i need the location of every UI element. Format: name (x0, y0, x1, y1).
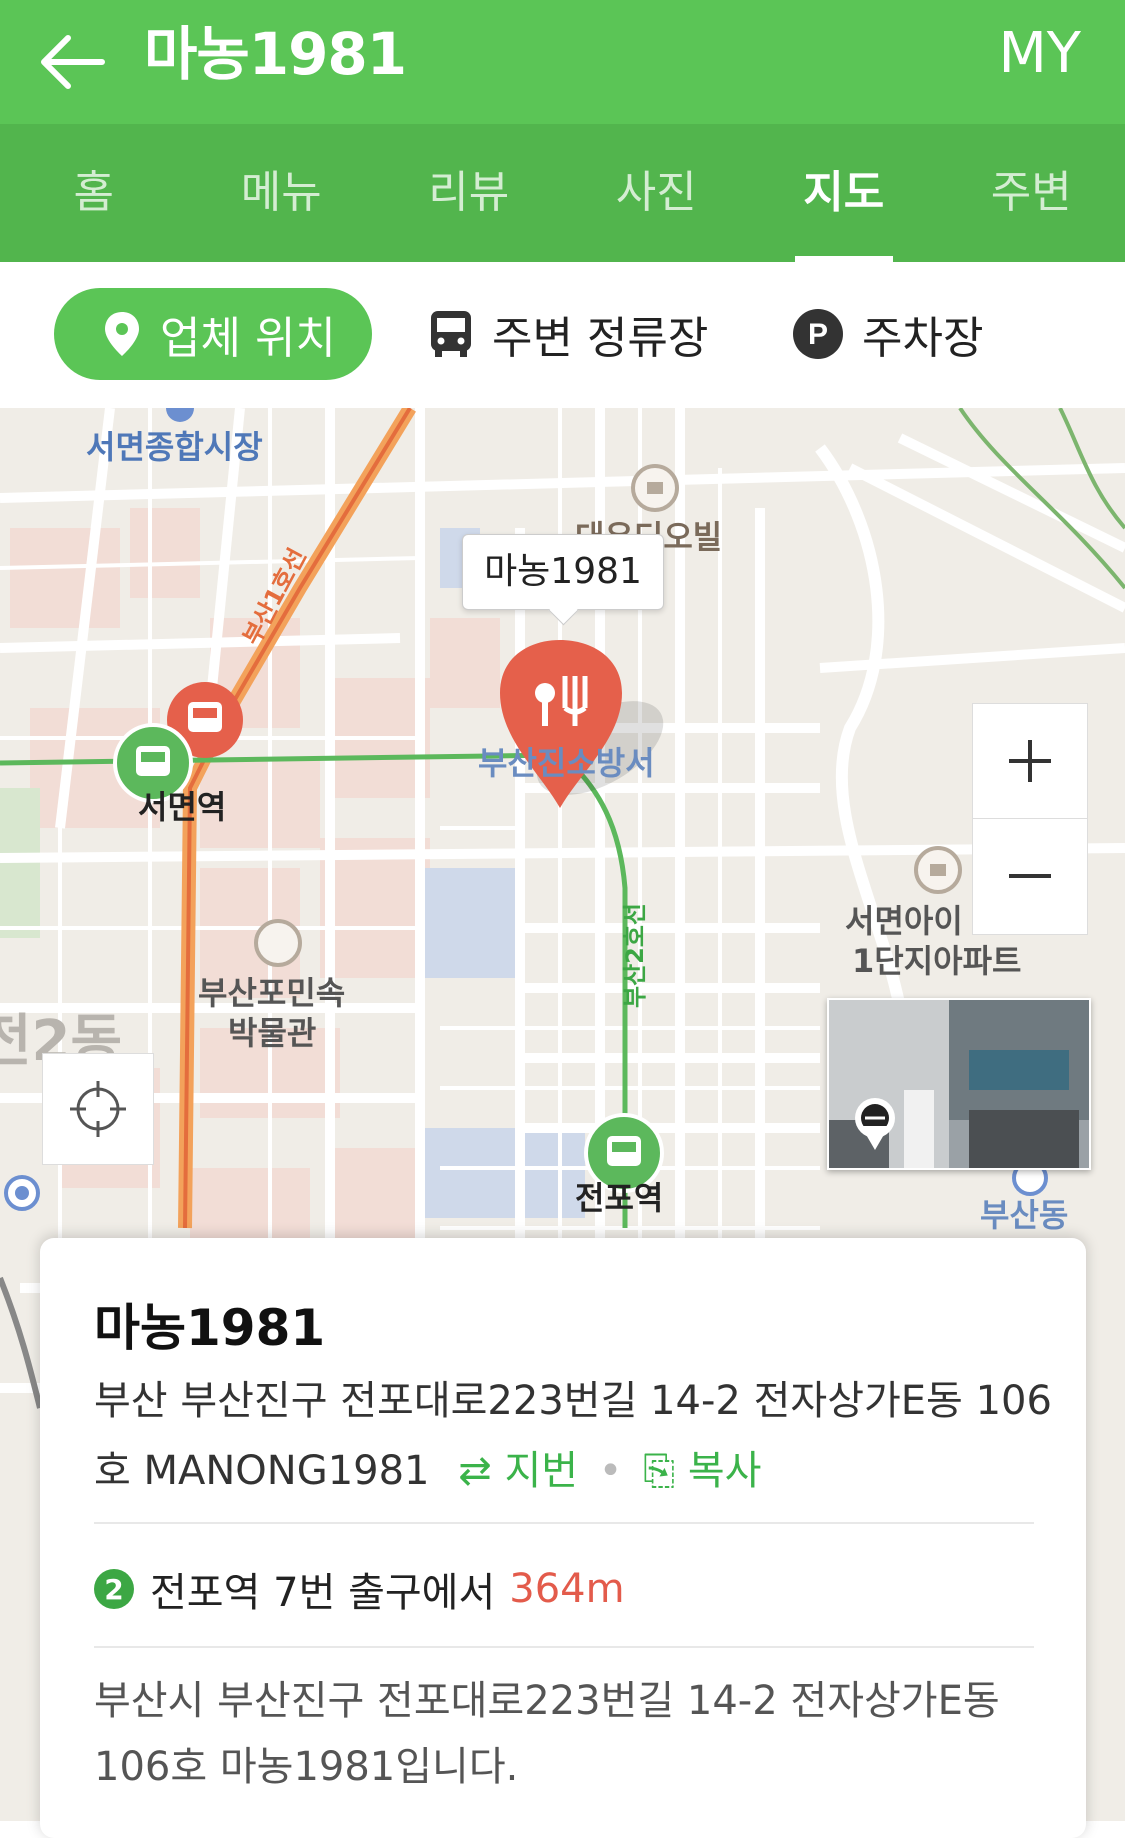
map-label-market: 서면종합시장 (86, 422, 263, 468)
back-arrow-icon (30, 22, 114, 102)
crosshair-icon (68, 1079, 128, 1139)
back-button[interactable] (30, 22, 114, 102)
subway-info: 2 전포역 7번 출구에서 364m (94, 1560, 625, 1618)
map-label-jeonpo-station: 전포역 (575, 1173, 663, 1219)
bus-stop-filter-label: 주변 정류장 (492, 302, 708, 366)
tab-map[interactable]: 지도 (750, 124, 938, 262)
tab-review[interactable]: 리뷰 (375, 124, 563, 262)
jibun-toggle-button[interactable]: ⇄ 지번 (458, 1448, 591, 1494)
map-label-museum-2: 박물관 (228, 1008, 316, 1054)
tab-photo[interactable]: 사진 (563, 124, 751, 262)
jibun-label: 지번 (504, 1448, 578, 1494)
divider (94, 1646, 1034, 1648)
street-view-thumbnail[interactable] (827, 998, 1091, 1170)
map-label-apartment-2: 1단지아파트 (852, 936, 1021, 982)
plus-icon (1005, 736, 1055, 786)
location-filter-button[interactable]: 업체 위치 (54, 288, 372, 380)
divider (94, 1522, 1034, 1524)
tab-home[interactable]: 홈 (0, 124, 188, 262)
place-description: 부산시 부산진구 전포대로223번길 14-2 전자상가E동 106호 마농19… (94, 1668, 1074, 1800)
parking-filter-label: 주차장 (862, 302, 983, 366)
zoom-in-button[interactable] (973, 704, 1087, 818)
map-label-busan-dong: 부산동 (980, 1190, 1068, 1236)
tab-menu[interactable]: 메뉴 (188, 124, 376, 262)
marker-callout[interactable]: 마농1981 (462, 534, 664, 610)
zoom-control (972, 703, 1088, 935)
top-bar: 마농1981 MY (0, 0, 1125, 124)
place-name: 마농1981 (94, 1288, 325, 1360)
map-label-line2: 부산2호선 (615, 903, 650, 1008)
bus-stop-filter-button[interactable]: 주변 정류장 (428, 288, 708, 380)
my-location-button[interactable] (42, 1053, 154, 1165)
copy-label: 복사 (688, 1448, 762, 1494)
swap-icon: ⇄ (458, 1448, 492, 1494)
tab-nearby[interactable]: 주변 (938, 124, 1125, 262)
map-label-fire-station: 부산진소방서 (478, 738, 655, 784)
tab-bar: 홈 메뉴 리뷰 사진 지도 주변 (0, 124, 1125, 262)
map-pin-icon (102, 310, 142, 358)
address-block: 부산 부산진구 전포대로223번길 14-2 전자상가E동 106호 MANON… (94, 1366, 1074, 1506)
location-filter-label: 업체 위치 (160, 302, 336, 366)
map-filter-bar: 업체 위치 주변 정류장 P 주차장 (0, 262, 1125, 408)
zoom-out-button[interactable] (973, 818, 1087, 933)
street-view-image (829, 1000, 1089, 1168)
map-label-seomyeon-station: 서면역 (138, 782, 226, 828)
place-info-card: 마농1981 부산 부산진구 전포대로223번길 14-2 전자상가E동 106… (40, 1238, 1086, 1838)
subway-line-badge: 2 (94, 1569, 134, 1609)
svg-text:P: P (808, 318, 828, 351)
copy-icon: ⎘ (643, 1448, 675, 1494)
parking-filter-button[interactable]: P 주차장 (792, 288, 983, 380)
page-title: 마농1981 (144, 14, 406, 94)
minus-icon (1005, 851, 1055, 901)
parking-icon: P (792, 308, 844, 360)
subway-distance: 364m (509, 1566, 624, 1612)
subway-text: 전포역 7번 출구에서 (150, 1560, 495, 1618)
separator-dot: • (599, 1448, 623, 1494)
copy-button[interactable]: ⎘ 복사 (643, 1448, 761, 1494)
bus-icon (428, 309, 474, 359)
my-button[interactable]: MY (998, 14, 1081, 94)
